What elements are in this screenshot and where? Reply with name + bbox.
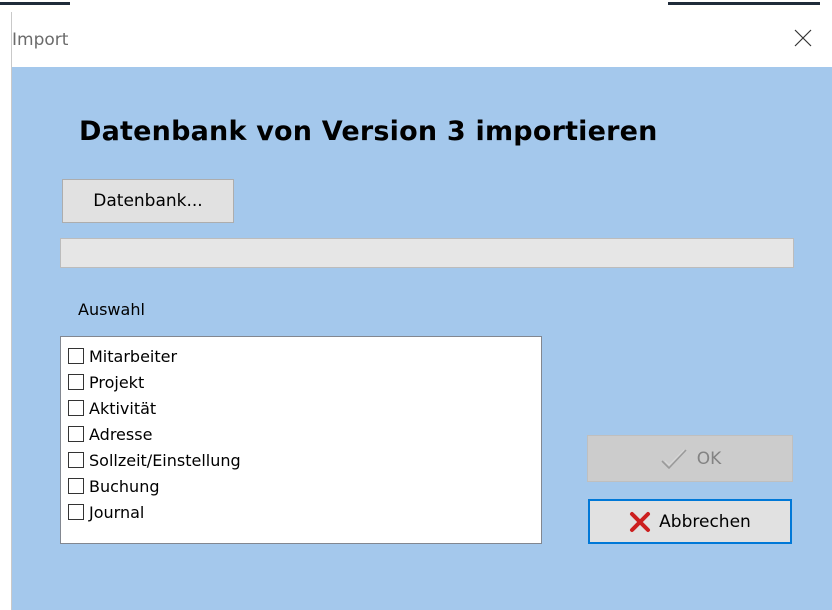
list-item-label: Buchung xyxy=(89,476,160,496)
list-item-label: Sollzeit/Einstellung xyxy=(89,450,241,470)
list-item[interactable]: Mitarbeiter xyxy=(61,343,541,369)
checkmark-icon xyxy=(659,447,689,471)
checkbox[interactable] xyxy=(68,478,84,494)
selection-label: Auswahl xyxy=(78,300,145,319)
select-database-label: Datenbank... xyxy=(93,191,203,211)
progress-bar xyxy=(60,238,794,268)
ok-label: OK xyxy=(696,448,722,469)
list-item[interactable]: Adresse xyxy=(61,421,541,447)
cancel-button[interactable]: Abbrechen xyxy=(588,499,792,544)
checkbox[interactable] xyxy=(68,504,84,520)
window-title: Import xyxy=(12,30,69,50)
background-mark xyxy=(668,2,820,5)
cancel-label: Abbrechen xyxy=(659,511,751,532)
checkbox[interactable] xyxy=(68,374,84,390)
list-item[interactable]: Buchung xyxy=(61,473,541,499)
select-database-button[interactable]: Datenbank... xyxy=(62,179,234,223)
import-dialog: Import Datenbank von Version 3 importier… xyxy=(12,12,832,610)
close-icon xyxy=(793,28,813,52)
page-title: Datenbank von Version 3 importieren xyxy=(79,116,658,147)
red-x-icon xyxy=(629,511,651,533)
list-item-label: Aktivität xyxy=(89,398,157,418)
list-item-label: Adresse xyxy=(89,424,153,444)
list-item-label: Mitarbeiter xyxy=(89,346,178,366)
title-bar: Import xyxy=(12,12,832,67)
list-item[interactable]: Journal xyxy=(61,499,541,525)
list-item[interactable]: Projekt xyxy=(61,369,541,395)
selection-list[interactable]: Mitarbeiter Projekt Aktivität Adresse So… xyxy=(60,336,542,544)
close-button[interactable] xyxy=(774,12,832,67)
ok-button[interactable]: OK xyxy=(587,435,793,482)
background-window-strip xyxy=(0,0,832,12)
background-mark xyxy=(0,2,70,5)
list-item-label: Journal xyxy=(89,502,145,522)
checkbox[interactable] xyxy=(68,400,84,416)
list-item[interactable]: Aktivität xyxy=(61,395,541,421)
list-item[interactable]: Sollzeit/Einstellung xyxy=(61,447,541,473)
checkbox[interactable] xyxy=(68,452,84,468)
checkbox[interactable] xyxy=(68,426,84,442)
list-item-label: Projekt xyxy=(89,372,145,392)
checkbox[interactable] xyxy=(68,348,84,364)
